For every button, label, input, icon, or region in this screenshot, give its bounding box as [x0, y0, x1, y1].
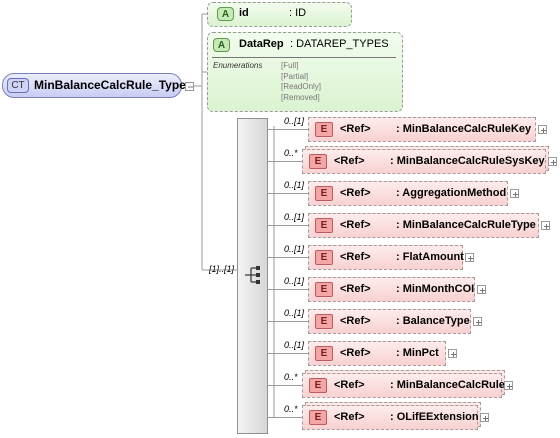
sequence-compositor-icon	[245, 266, 260, 284]
element-ref-label: <Ref>	[340, 347, 371, 359]
attribute-type: : ID	[289, 7, 307, 19]
expand-icon[interactable]	[510, 189, 519, 198]
enumeration-value: [Full]	[281, 61, 299, 70]
expand-icon[interactable]	[477, 285, 486, 294]
element-badge: E	[315, 122, 333, 137]
element-name: : MinBalanceCalcRuleSysKey	[390, 155, 545, 167]
element-name: : FlatAmount	[396, 251, 464, 263]
element-name: : MinMonthCOI	[396, 283, 475, 295]
element-cardinality: 0..*	[284, 148, 298, 158]
element-badge: E	[315, 186, 333, 201]
element-name: : AggregationMethod	[396, 187, 507, 199]
attribute-name: id	[239, 7, 249, 19]
element-badge: E	[315, 250, 333, 265]
element-badge: E	[315, 314, 333, 329]
element-ref-label: <Ref>	[340, 315, 371, 327]
element-ref-label: <Ref>	[340, 219, 371, 231]
attribute-badge: A	[213, 38, 230, 52]
element-cardinality: 0..[1]	[284, 276, 305, 286]
expand-icon[interactable]	[448, 349, 457, 358]
element-ref-label: <Ref>	[334, 411, 365, 423]
element-ref-label: <Ref>	[340, 187, 371, 199]
element-badge: E	[315, 346, 333, 361]
element-badge: E	[309, 378, 327, 393]
attribute-name: DataRep	[239, 38, 284, 50]
expand-icon[interactable]	[538, 125, 547, 134]
element-cardinality: 0..[1]	[284, 244, 305, 254]
element-name: : BalanceType	[396, 315, 470, 327]
element-name: : MinPct	[396, 347, 439, 359]
collapse-toggle-icon[interactable]	[185, 82, 194, 91]
enumeration-divider	[212, 57, 396, 58]
element-cardinality: 0..*	[284, 404, 298, 414]
element-name: : MinBalanceCalcRule	[390, 379, 505, 391]
enumeration-value: [Partial]	[281, 71, 309, 81]
attribute-type: : DATAREP_TYPES	[290, 38, 389, 50]
attribute-badge: A	[217, 7, 234, 21]
enumerations-label: Enumerations	[213, 61, 263, 70]
expand-icon[interactable]	[504, 381, 513, 390]
element-ref-label: <Ref>	[334, 155, 365, 167]
expand-icon[interactable]	[465, 253, 474, 262]
element-cardinality: 0..*	[284, 372, 298, 382]
element-badge: E	[315, 218, 333, 233]
element-badge: E	[309, 410, 327, 425]
element-cardinality: 0..[1]	[284, 180, 305, 190]
element-name: : OLifEExtension	[390, 411, 479, 423]
element-ref-label: <Ref>	[334, 379, 365, 391]
element-name: : MinBalanceCalcRuleType	[396, 219, 536, 231]
expand-icon[interactable]	[541, 221, 550, 230]
element-cardinality: 0..[1]	[284, 308, 305, 318]
expand-icon[interactable]	[548, 157, 557, 166]
element-ref-label: <Ref>	[340, 283, 371, 295]
element-name: : MinBalanceCalcRuleKey	[396, 123, 532, 135]
complex-type-badge: CT	[7, 78, 29, 93]
element-badge: E	[309, 154, 327, 169]
element-cardinality: 0..[1]	[284, 212, 305, 222]
enumeration-value: [Removed]	[281, 92, 320, 102]
element-badge: E	[315, 282, 333, 297]
element-ref-label: <Ref>	[340, 123, 371, 135]
element-cardinality: 0..[1]	[284, 116, 305, 126]
expand-icon[interactable]	[480, 413, 489, 422]
enumeration-value: [ReadOnly]	[281, 82, 322, 91]
expand-icon[interactable]	[473, 317, 482, 326]
sequence-cardinality: [1]..[1]	[209, 264, 235, 274]
element-cardinality: 0..[1]	[284, 340, 305, 350]
element-ref-label: <Ref>	[340, 251, 371, 263]
complex-type-name: MinBalanceCalcRule_Type	[34, 78, 186, 92]
